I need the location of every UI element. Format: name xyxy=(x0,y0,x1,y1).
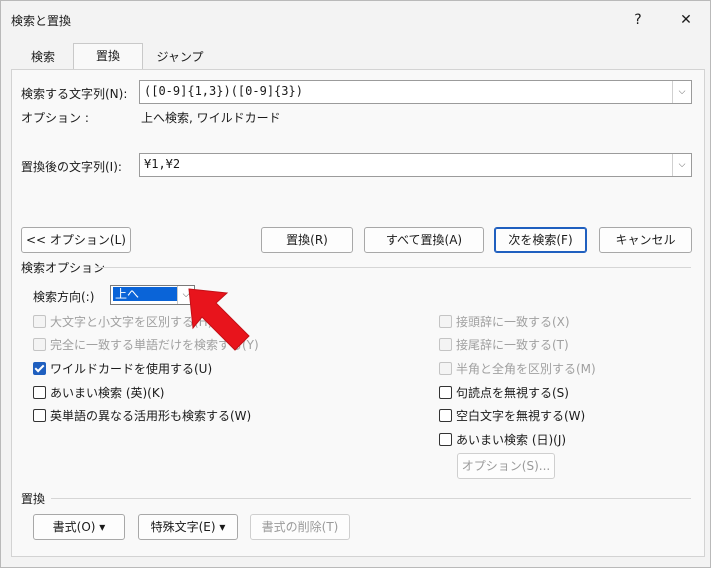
fuzzy-options-button[interactable]: オプション(S)... xyxy=(457,453,555,479)
tab-goto[interactable]: ジャンプ xyxy=(145,45,215,69)
direction-select[interactable]: 上へ ⌵ xyxy=(110,285,195,305)
divider xyxy=(51,498,691,499)
special-button[interactable]: 特殊文字(E) ▾ xyxy=(138,514,238,540)
cancel-button[interactable]: キャンセル xyxy=(599,227,692,253)
chevron-down-icon[interactable]: ⌵ xyxy=(177,286,194,304)
find-next-button[interactable]: 次を検索(F) xyxy=(494,227,587,253)
direction-label: 検索方向(:) xyxy=(33,290,95,304)
chevron-down-icon[interactable]: ⌵ xyxy=(672,154,691,176)
divider xyxy=(95,267,691,268)
find-input[interactable]: ([0-9]{1,3})([0-9]{3}) ⌵ xyxy=(139,80,692,104)
replace-value: ¥1,¥2 xyxy=(144,157,181,171)
find-value: ([0-9]{1,3})([0-9]{3}) xyxy=(144,84,303,98)
tab-find[interactable]: 検索 xyxy=(15,45,71,69)
search-options-title: 検索オプション xyxy=(21,261,106,275)
chevron-down-icon[interactable]: ⌵ xyxy=(672,81,691,103)
help-icon[interactable]: ? xyxy=(621,7,655,33)
options-line-label: オプション : xyxy=(21,111,89,125)
replace-button[interactable]: 置換(R) xyxy=(261,227,353,253)
title-bar: 検索と置換 ? ✕ xyxy=(1,1,710,39)
replace-input[interactable]: ¥1,¥2 ⌵ xyxy=(139,153,692,177)
no-formatting-button[interactable]: 書式の削除(T) xyxy=(250,514,350,540)
find-label: 検索する文字列(N): xyxy=(21,87,128,101)
window-title: 検索と置換 xyxy=(11,14,72,28)
less-options-button[interactable]: << オプション(L) xyxy=(21,227,131,253)
find-replace-dialog: 検索と置換 ? ✕ 検索 置換 ジャンプ 検索する文字列(N): ([0-9]{… xyxy=(0,0,711,568)
direction-value: 上へ xyxy=(113,287,177,301)
format-button[interactable]: 書式(O) ▾ xyxy=(33,514,125,540)
close-icon[interactable]: ✕ xyxy=(669,7,703,33)
replace-all-button[interactable]: すべて置換(A) xyxy=(364,227,484,253)
tab-replace[interactable]: 置換 xyxy=(73,43,143,71)
check-icon xyxy=(33,362,46,375)
replace-section-title: 置換 xyxy=(21,492,46,506)
replace-label: 置換後の文字列(I): xyxy=(21,160,122,174)
options-line-value: 上へ検索, ワイルドカード xyxy=(141,111,281,125)
